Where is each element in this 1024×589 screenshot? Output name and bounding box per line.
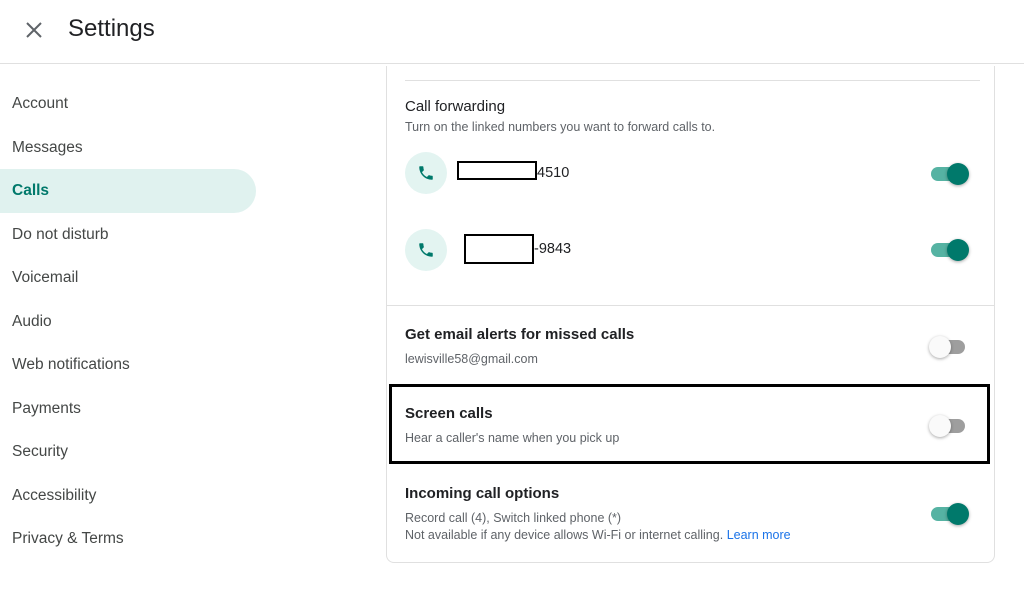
sidebar-item-account[interactable]: Account <box>0 82 256 126</box>
linked-number-suffix: 4510 <box>537 165 570 181</box>
sidebar-item-voicemail[interactable]: Voicemail <box>0 256 256 300</box>
email-alerts-address: lewisville58@gmail.com <box>405 352 538 366</box>
sidebar-item-do-not-disturb[interactable]: Do not disturb <box>0 213 256 257</box>
redacted-number <box>457 161 537 180</box>
divider <box>387 305 994 306</box>
close-button[interactable] <box>18 14 50 46</box>
sidebar-item-web-notifications[interactable]: Web notifications <box>0 343 256 387</box>
linked-number-suffix: -9843 <box>534 241 572 257</box>
sidebar: Account Messages Calls Do not disturb Vo… <box>0 82 256 561</box>
linked-number-avatar <box>405 229 447 271</box>
screen-calls-highlight-box <box>389 384 990 464</box>
sidebar-item-privacy-terms[interactable]: Privacy & Terms <box>0 517 256 561</box>
linked-number-avatar <box>405 152 447 194</box>
availability-note: Not available if any device allows Wi-Fi… <box>405 528 724 542</box>
forward-number-1-toggle[interactable] <box>929 162 969 186</box>
sidebar-item-messages[interactable]: Messages <box>0 126 256 170</box>
incoming-call-options-title: Incoming call options <box>405 485 560 502</box>
redacted-number <box>464 234 534 264</box>
learn-more-link[interactable]: Learn more <box>727 528 791 542</box>
page-title: Settings <box>68 15 155 42</box>
phone-icon <box>419 166 433 180</box>
incoming-call-options-detail: Record call (4), Switch linked phone (*) <box>405 511 622 525</box>
incoming-call-options-note: Not available if any device allows Wi-Fi… <box>405 528 791 542</box>
incoming-call-options-toggle[interactable] <box>929 502 969 526</box>
email-alerts-toggle[interactable] <box>929 335 969 359</box>
calls-settings-card: Call forwarding Turn on the linked numbe… <box>386 66 995 563</box>
sidebar-item-accessibility[interactable]: Accessibility <box>0 474 256 518</box>
forward-number-2-toggle[interactable] <box>929 238 969 262</box>
call-forwarding-title: Call forwarding <box>405 98 506 115</box>
phone-icon <box>419 243 433 257</box>
sidebar-item-calls[interactable]: Calls <box>0 169 256 213</box>
sidebar-item-audio[interactable]: Audio <box>0 300 256 344</box>
sidebar-item-security[interactable]: Security <box>0 430 256 474</box>
close-icon <box>26 22 42 38</box>
sidebar-item-payments[interactable]: Payments <box>0 387 256 431</box>
call-forwarding-subtitle: Turn on the linked numbers you want to f… <box>405 120 716 134</box>
header: Settings <box>0 0 1024 64</box>
divider <box>405 80 980 81</box>
email-alerts-title: Get email alerts for missed calls <box>405 326 635 343</box>
